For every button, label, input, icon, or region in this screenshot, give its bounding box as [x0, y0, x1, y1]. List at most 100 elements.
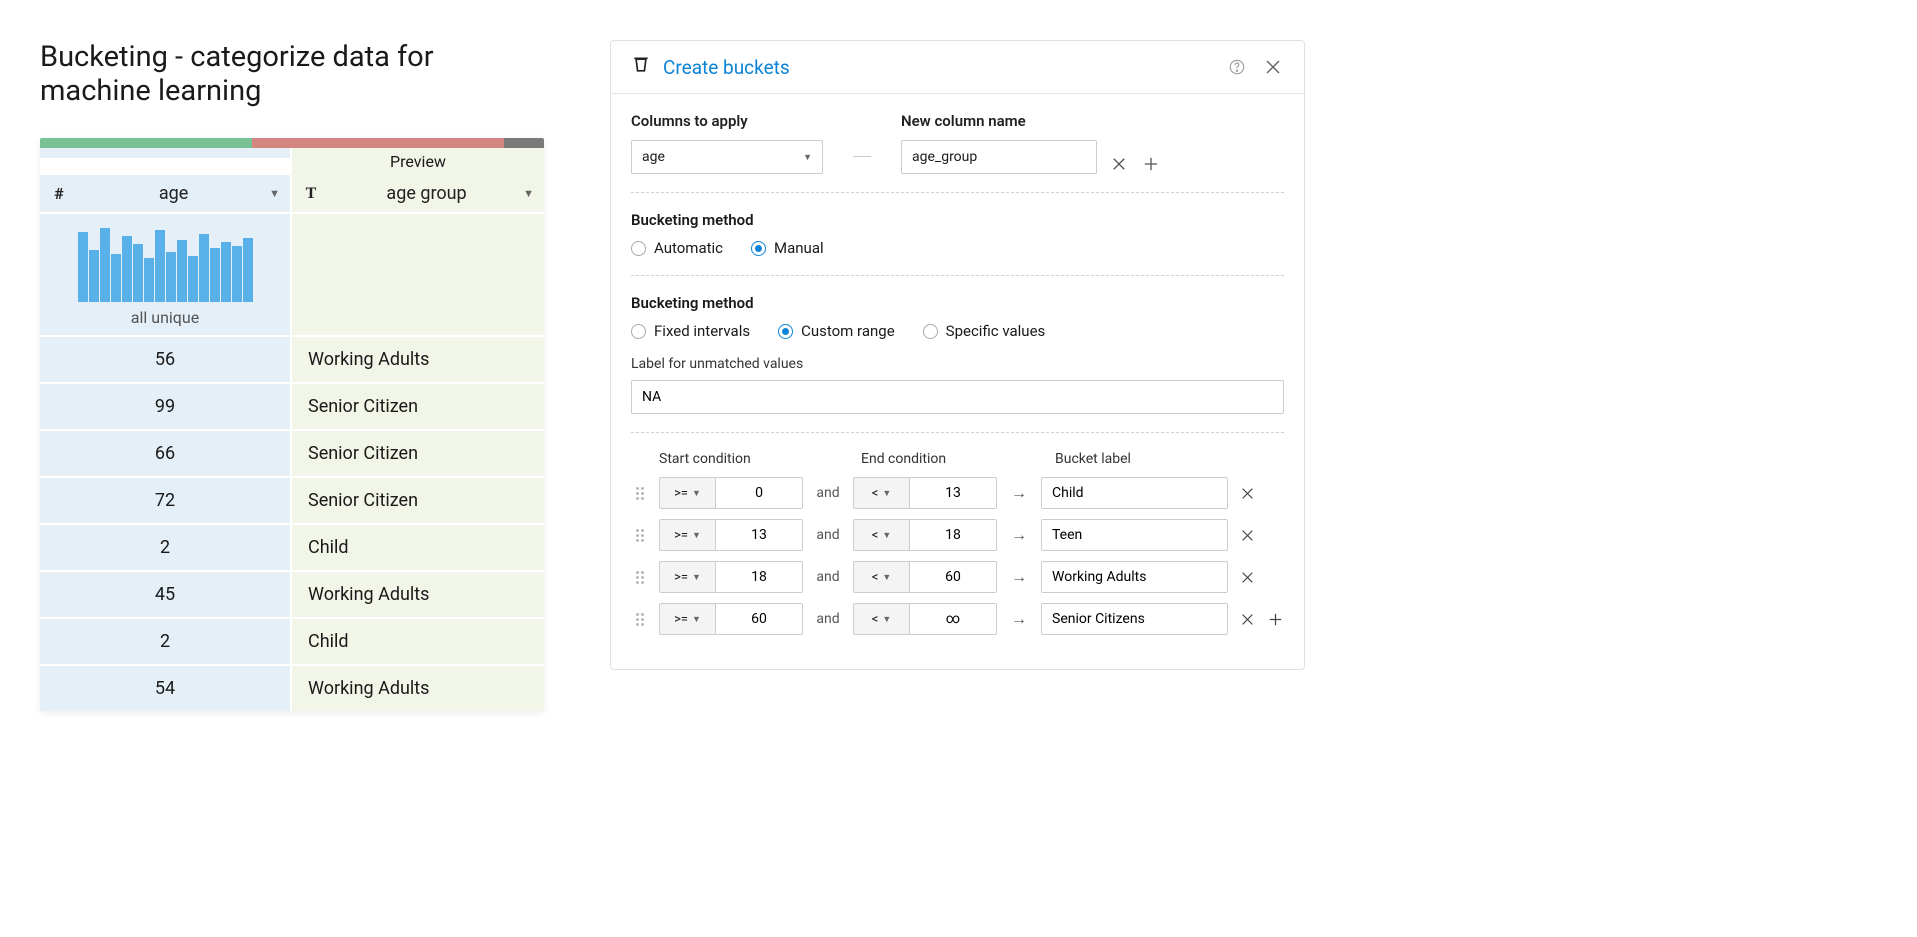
help-icon[interactable]: [1226, 56, 1248, 78]
column-header-age[interactable]: # age ▼: [40, 175, 292, 212]
group-cell: Child: [292, 619, 544, 664]
radio-fixed-intervals[interactable]: Fixed intervals: [631, 322, 750, 340]
age-cell: 72: [40, 478, 292, 523]
table-row: 54Working Adults: [40, 664, 544, 711]
bucket-label-input[interactable]: [1041, 603, 1228, 635]
end-operator-select[interactable]: <▼: [853, 477, 909, 509]
and-label: and: [813, 485, 843, 501]
group-cell: Child: [292, 525, 544, 570]
connector-line: [853, 156, 871, 157]
column-header-group[interactable]: T age group ▼: [292, 175, 544, 212]
remove-column-icon[interactable]: [1109, 154, 1129, 174]
add-column-icon[interactable]: [1141, 154, 1161, 174]
start-value-input[interactable]: [715, 561, 803, 593]
table-row: 99Senior Citizen: [40, 382, 544, 429]
arrow-icon: →: [1007, 609, 1031, 629]
bucket-label-input[interactable]: [1041, 477, 1228, 509]
remove-row-icon[interactable]: [1238, 571, 1256, 584]
table-row: 2Child: [40, 523, 544, 570]
drag-handle-icon[interactable]: [631, 529, 649, 542]
panel-title: Create buckets: [663, 56, 1212, 79]
add-row-icon[interactable]: [1266, 613, 1284, 626]
radio-specific-values[interactable]: Specific values: [923, 322, 1046, 340]
radio-automatic-label: Automatic: [654, 239, 723, 257]
arrow-icon: →: [1007, 567, 1031, 587]
histogram-bar: [111, 254, 121, 302]
group-cell: Senior Citizen: [292, 431, 544, 476]
end-operator-select[interactable]: <▼: [853, 561, 909, 593]
columns-to-apply-select[interactable]: age ▼: [631, 140, 823, 174]
and-label: and: [813, 569, 843, 585]
numeric-type-icon: #: [50, 185, 68, 203]
group-cell: Senior Citizen: [292, 478, 544, 523]
remove-row-icon[interactable]: [1238, 487, 1256, 500]
quality-green-segment: [40, 138, 252, 148]
histogram-bar: [78, 232, 88, 302]
start-value-input[interactable]: [715, 603, 803, 635]
bucket-label-input[interactable]: [1041, 561, 1228, 593]
end-value-input[interactable]: [909, 561, 997, 593]
text-type-icon: T: [302, 185, 320, 203]
new-column-name-label: New column name: [901, 112, 1161, 130]
end-operator-select[interactable]: <▼: [853, 603, 909, 635]
start-value-input[interactable]: [715, 477, 803, 509]
table-row: 72Senior Citizen: [40, 476, 544, 523]
radio-manual-label: Manual: [774, 239, 824, 257]
column-age-label: age: [78, 183, 269, 204]
age-cell: 66: [40, 431, 292, 476]
start-operator-select[interactable]: >=▼: [659, 561, 715, 593]
unmatched-values-input[interactable]: [631, 380, 1284, 414]
radio-custom-range[interactable]: Custom range: [778, 322, 895, 340]
and-label: and: [813, 527, 843, 543]
histogram-bar: [177, 240, 187, 302]
drag-handle-icon[interactable]: [631, 571, 649, 584]
columns-to-apply-value: age: [642, 149, 665, 165]
histogram-bar: [210, 248, 220, 302]
group-cell: Working Adults: [292, 572, 544, 617]
column-group-label: age group: [330, 183, 523, 204]
age-cell: 2: [40, 525, 292, 570]
arrow-icon: →: [1007, 483, 1031, 503]
drag-handle-icon[interactable]: [631, 487, 649, 500]
radio-fixed-label: Fixed intervals: [654, 322, 750, 340]
close-icon[interactable]: [1262, 56, 1284, 78]
bucket-icon: [631, 55, 663, 79]
table-row: 66Senior Citizen: [40, 429, 544, 476]
group-cell: Senior Citizen: [292, 384, 544, 429]
table-row: 56Working Adults: [40, 335, 544, 382]
start-condition-header: Start condition: [659, 451, 803, 467]
radio-custom-label: Custom range: [801, 322, 895, 340]
radio-automatic[interactable]: Automatic: [631, 239, 723, 257]
end-operator-select[interactable]: <▼: [853, 519, 909, 551]
remove-row-icon[interactable]: [1238, 613, 1256, 626]
start-operator-select[interactable]: >=▼: [659, 519, 715, 551]
condition-row: >=▼and<▼→: [631, 603, 1284, 635]
bucket-label-input[interactable]: [1041, 519, 1228, 551]
quality-red-segment: [252, 138, 504, 148]
histogram-bar: [232, 246, 242, 302]
age-histogram: [50, 224, 280, 302]
condition-row: >=▼and<▼→.: [631, 519, 1284, 551]
radio-manual[interactable]: Manual: [751, 239, 824, 257]
create-buckets-panel: Create buckets Columns to apply age ▼: [610, 40, 1305, 670]
histogram-bar: [166, 252, 176, 302]
drag-handle-icon[interactable]: [631, 613, 649, 626]
new-column-name-input[interactable]: age_group: [901, 140, 1097, 174]
start-operator-select[interactable]: >=▼: [659, 477, 715, 509]
age-cell: 56: [40, 337, 292, 382]
start-value-input[interactable]: [715, 519, 803, 551]
radio-icon: [923, 324, 938, 339]
start-operator-select[interactable]: >=▼: [659, 603, 715, 635]
chevron-down-icon[interactable]: ▼: [269, 187, 280, 200]
histogram-bar: [243, 238, 253, 302]
chevron-down-icon[interactable]: ▼: [523, 187, 534, 200]
end-value-input[interactable]: [909, 477, 997, 509]
histogram-bar: [155, 230, 165, 302]
end-value-input[interactable]: [909, 519, 997, 551]
end-value-input[interactable]: [909, 603, 997, 635]
data-preview-table: Preview # age ▼ T age group ▼ all unique: [40, 138, 544, 711]
remove-row-icon[interactable]: [1238, 529, 1256, 542]
preview-header: Preview: [292, 148, 544, 175]
bucketing-method-label: Bucketing method: [631, 211, 1284, 229]
histogram-bar: [188, 256, 198, 302]
